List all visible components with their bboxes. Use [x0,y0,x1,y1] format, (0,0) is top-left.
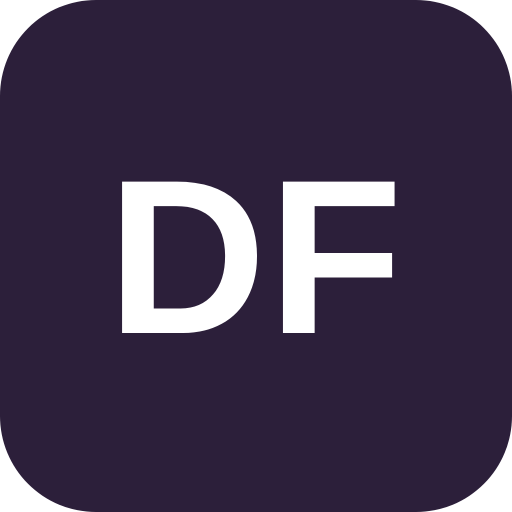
app-icon[interactable]: DF [0,0,512,512]
app-icon-monogram: DF [107,134,405,380]
